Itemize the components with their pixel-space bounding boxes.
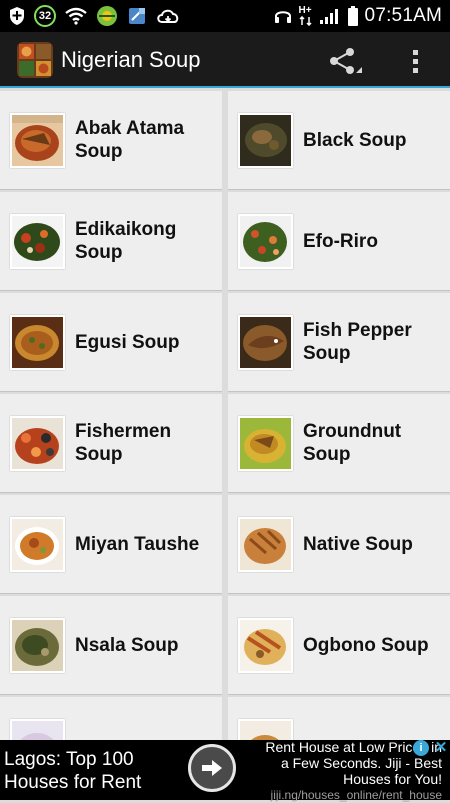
more-options-button[interactable] [405, 46, 425, 76]
ogbono-icon [238, 618, 293, 673]
soup-card-nsala[interactable]: Nsala Soup [0, 596, 222, 694]
soup-label: Abak Atama Soup [75, 118, 185, 162]
soup-label: Nsala Soup [75, 634, 179, 656]
soup-card-miyan-taushe[interactable]: Miyan Taushe [0, 495, 222, 593]
partial-icon [238, 719, 293, 740]
soup-card-fishermen[interactable]: Fishermen Soup [0, 394, 222, 492]
soup-label: Egusi Soup [75, 331, 180, 353]
ad-banner[interactable]: Lagos: Top 100 Houses for Rent Rent Hous… [0, 739, 450, 803]
egusi-icon [10, 315, 65, 370]
soup-card-egusi[interactable]: Egusi Soup [0, 293, 222, 391]
app-logo-icon[interactable] [17, 42, 53, 78]
ad-text-line: Houses for You! [343, 771, 442, 787]
soup-label: Fishermen Soup [75, 421, 172, 465]
ad-headline-line: Lagos: Top 100 [4, 749, 134, 770]
soup-card-native-soup[interactable]: Native Soup [228, 495, 450, 593]
soup-label: Fish Pepper Soup [303, 320, 412, 364]
share-icon [330, 48, 362, 74]
arrow-right-icon [202, 760, 222, 776]
soup-card-efo-riro[interactable]: Efo-Riro [228, 192, 450, 290]
soup-card-groundnut[interactable]: Groundnut Soup [228, 394, 450, 492]
soup-label [303, 697, 443, 740]
ad-text-line: a Few Seconds. Jiji - Best [280, 755, 442, 771]
soup-card-fish-pepper[interactable]: Fish Pepper Soup [228, 293, 450, 391]
hplus-indicator: H+ [299, 6, 313, 26]
ad-headline[interactable]: Lagos: Top 100 Houses for Rent [4, 748, 179, 794]
edikaikong-icon [10, 214, 65, 269]
page-title: Nigerian Soup [61, 47, 201, 72]
action-bar: Nigerian Soup [0, 32, 450, 88]
share-button[interactable] [328, 46, 362, 76]
ad-description[interactable]: Rent House at Low Prices in a Few Second… [237, 739, 442, 803]
more-vert-icon [413, 50, 418, 73]
status-bar: 32 H+ 07:51AM [0, 0, 450, 32]
shield-plus-icon [8, 6, 26, 26]
soup-card-abak-atama[interactable]: Abak Atama Soup [0, 91, 222, 189]
cloud-icon [156, 7, 180, 25]
soup-label: Groundnut Soup [303, 421, 402, 465]
miyan-taushe-icon [10, 517, 65, 572]
signal-icon [319, 7, 341, 25]
soup-card-edikaikong[interactable]: Edikaikong Soup [0, 192, 222, 290]
wifi-icon [64, 7, 88, 25]
badge-32-icon: 32 [34, 5, 56, 27]
soup-label: Edikaikong Soup [75, 219, 177, 263]
soup-label: Native Soup [303, 533, 413, 555]
soup-label: Miyan Taushe [75, 533, 200, 555]
soup-label: Ogbono Soup [303, 634, 429, 656]
soup-card-ogbono[interactable]: Ogbono Soup [228, 596, 450, 694]
soup-label: Black Soup [303, 129, 407, 151]
ad-go-button[interactable] [188, 744, 236, 792]
fish-pepper-icon [238, 315, 293, 370]
ad-text-line: Rent House at Low Prices in [265, 739, 442, 755]
ad-headline-line: Houses for Rent [4, 772, 142, 793]
groundnut-icon [238, 416, 293, 471]
soup-label: Efo-Riro [303, 230, 378, 252]
nsala-icon [10, 618, 65, 673]
soup-grid: Abak Atama Soup Black Soup Edikaikong So… [0, 88, 450, 740]
fishermen-icon [10, 416, 65, 471]
battery-icon [347, 6, 359, 26]
tablet-icon [126, 5, 148, 27]
ad-info-icon[interactable]: i [413, 740, 429, 756]
black-soup-icon [238, 113, 293, 168]
ad-url[interactable]: jiji.ng/houses_online/rent_house [237, 787, 442, 803]
clock: 07:51AM [364, 5, 442, 26]
soup-card-partial[interactable] [0, 697, 222, 740]
native-soup-icon [238, 517, 293, 572]
soup-card-black-soup[interactable]: Black Soup [228, 91, 450, 189]
game-icon [96, 5, 118, 27]
partial-icon [10, 719, 65, 740]
soup-label [75, 697, 215, 740]
abak-atama-icon [10, 113, 65, 168]
headset-icon [273, 6, 293, 26]
efo-riro-icon [238, 214, 293, 269]
ad-close-icon[interactable]: ✕ [433, 739, 449, 756]
soup-card-partial[interactable] [228, 697, 450, 740]
